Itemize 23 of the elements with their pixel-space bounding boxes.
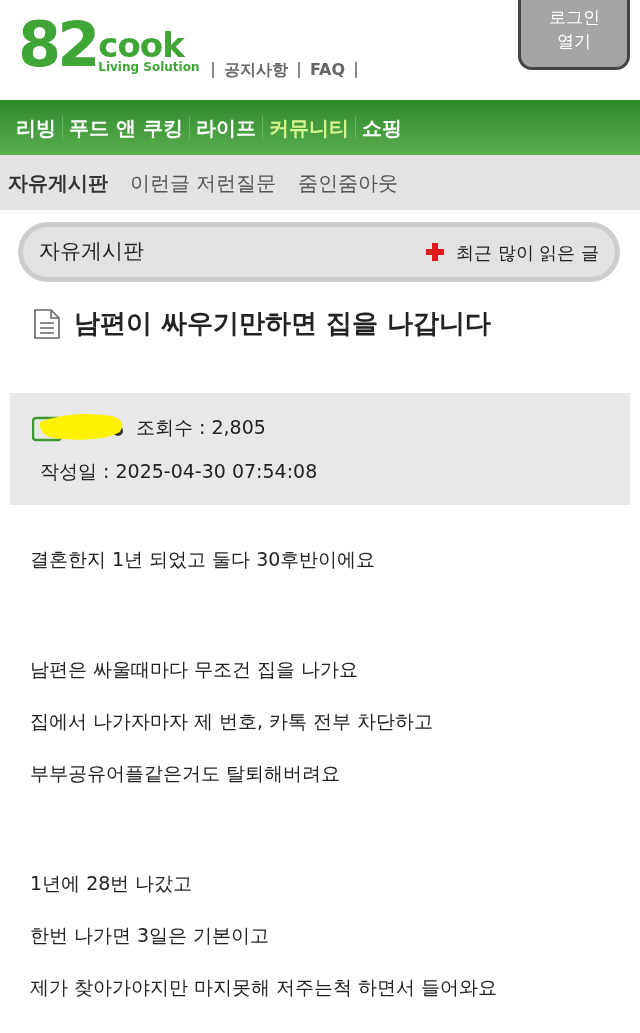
board-title[interactable]: 자유게시판 [39, 236, 144, 268]
body-text: 제가 찾아가야지만 마지못해 저주는척 하면서 들어와요 [30, 975, 499, 1000]
body-text: 1년에 28번 나갔고 [30, 871, 194, 896]
body-text: 결혼한지 1년 되었고 둘다 30후반이에요 [30, 547, 377, 572]
header-link[interactable]: FAQ [310, 58, 346, 82]
popular-posts-link[interactable]: 최근 많이 읽은 글 [425, 238, 599, 266]
header-link[interactable]: 공지사항 [224, 58, 288, 82]
body-text: 남편은 싸울때마다 무조건 집을 나가요 [30, 657, 360, 682]
body-text: 집에서 나가자마자 제 번호, 카톡 전부 차단하고 [30, 709, 435, 734]
nav-tab[interactable]: 리빙 [10, 112, 62, 143]
subnav-tab[interactable]: 자유게시판 [8, 167, 108, 198]
subnav-tab[interactable]: 이런글 저런질문 [130, 167, 277, 198]
view-count: 조회수 : 2,805 [136, 414, 266, 440]
post-title: 남편이 싸우기만하면 집을 나갑니다 [74, 307, 492, 340]
nav-tab[interactable]: 푸드 앤 쿠킹 [63, 112, 189, 143]
document-icon [34, 308, 60, 339]
nav-tab[interactable]: 라이프 [189, 112, 262, 143]
nav-tab[interactable]: 쇼핑 [355, 112, 408, 143]
post-date: 작성일 : 2025-04-30 07:54:08 [40, 458, 318, 484]
body-text: 부부공유어플같은거도 탈퇴해버려요 [30, 761, 342, 786]
subnav-tab[interactable]: 줌인줌아웃 [298, 167, 399, 198]
plus-icon [425, 243, 444, 261]
body-text: 한번 나가면 3일은 기본이고 [30, 923, 271, 948]
